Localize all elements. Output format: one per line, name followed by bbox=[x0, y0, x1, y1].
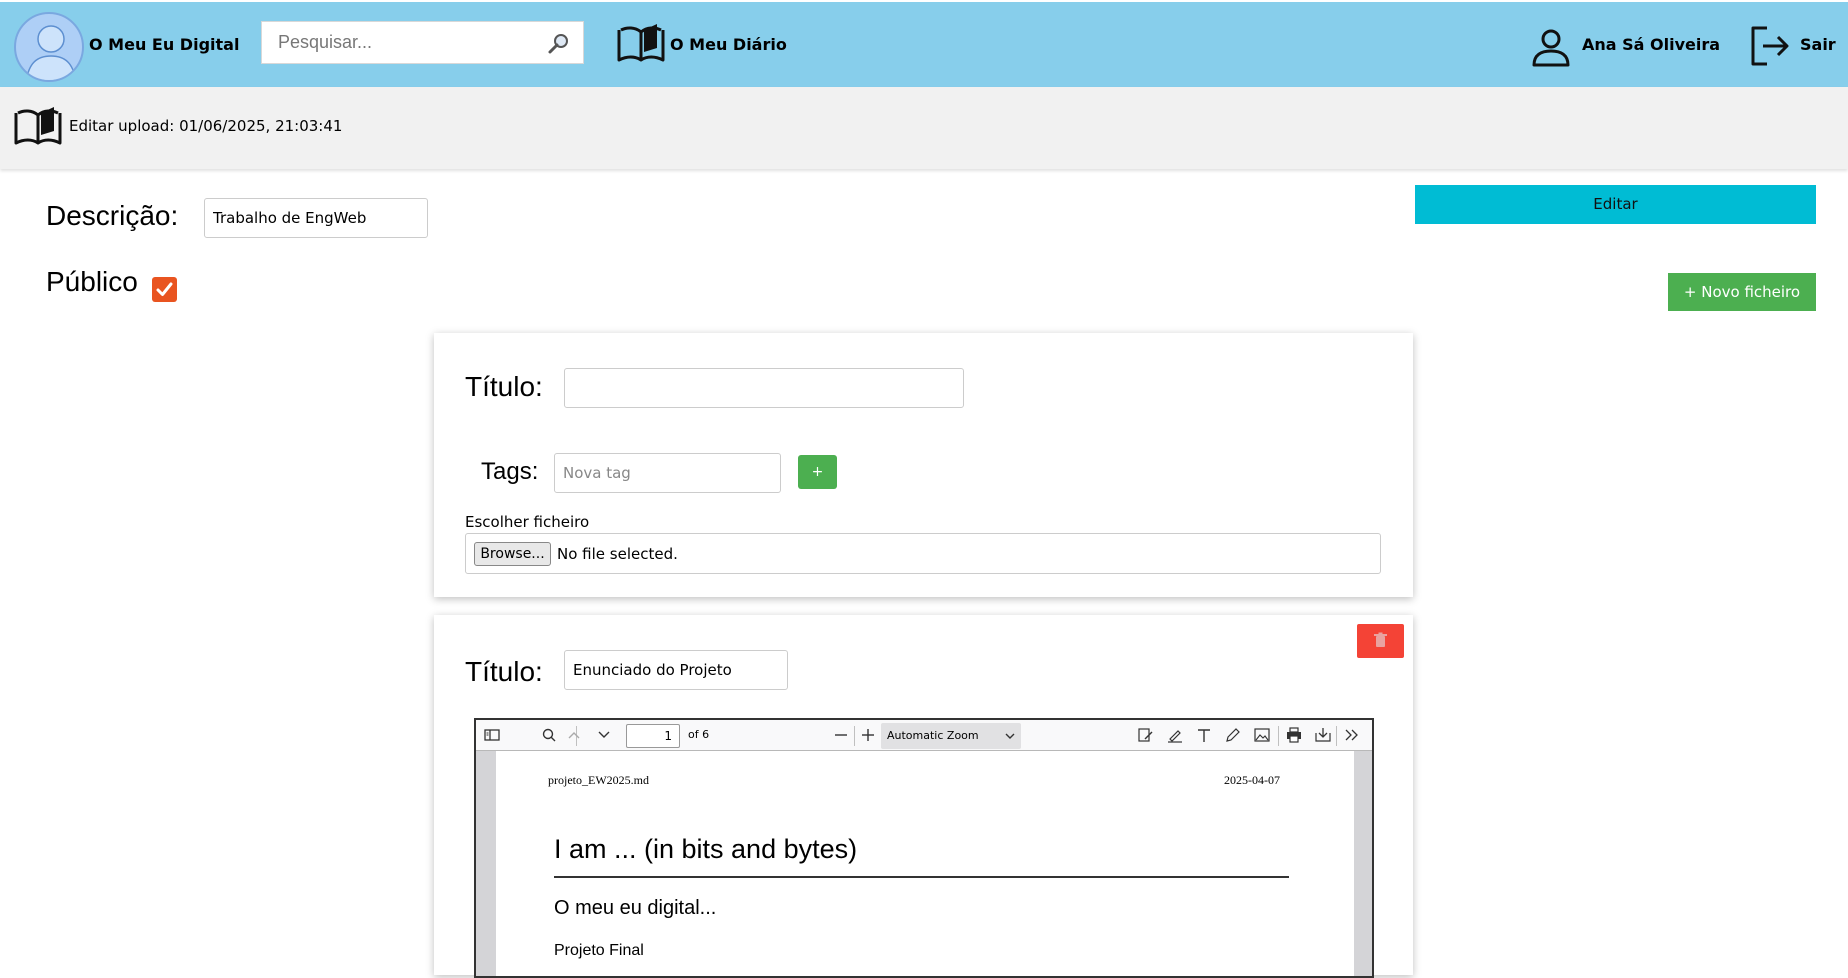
search-box bbox=[261, 21, 584, 64]
chevron-down-icon bbox=[1003, 723, 1017, 749]
title-input[interactable] bbox=[564, 368, 964, 408]
signature-icon[interactable] bbox=[1136, 726, 1156, 744]
pdf-toolbar: 1 of 6 Automatic Zoom bbox=[476, 720, 1372, 751]
previous-page-icon[interactable] bbox=[564, 726, 584, 744]
zoom-in-icon[interactable] bbox=[858, 726, 878, 744]
edit-button[interactable]: Editar bbox=[1415, 185, 1816, 224]
save-icon[interactable] bbox=[1313, 726, 1333, 744]
user-silhouette-icon bbox=[25, 25, 77, 80]
file-input[interactable]: Browse... No file selected. bbox=[465, 533, 1381, 574]
title-input[interactable] bbox=[564, 650, 788, 690]
search-input[interactable] bbox=[262, 22, 542, 63]
pdf-heading-1: I am ... (in bits and bytes) bbox=[554, 834, 858, 864]
checkmark-icon bbox=[156, 282, 173, 296]
image-icon[interactable] bbox=[1252, 726, 1272, 744]
sidebar-toggle-icon[interactable] bbox=[482, 726, 502, 744]
diary-link[interactable]: O Meu Diário bbox=[670, 35, 787, 54]
trash-icon bbox=[1374, 632, 1387, 647]
public-label: Público bbox=[46, 266, 138, 297]
find-icon[interactable] bbox=[539, 726, 559, 744]
page-number-input[interactable]: 1 bbox=[626, 724, 680, 748]
tags-label: Tags: bbox=[481, 458, 539, 485]
pdf-header-date: 2025-04-07 bbox=[1224, 773, 1280, 787]
tag-input[interactable] bbox=[554, 453, 781, 493]
text-icon[interactable] bbox=[1194, 726, 1214, 744]
no-file-text: No file selected. bbox=[557, 545, 678, 563]
file-label: Escolher ficheiro bbox=[465, 513, 590, 531]
add-tag-button[interactable]: + bbox=[798, 455, 837, 489]
highlight-icon[interactable] bbox=[1165, 726, 1185, 744]
print-icon[interactable] bbox=[1284, 726, 1304, 744]
next-page-icon[interactable] bbox=[594, 726, 614, 744]
title-label: Título: bbox=[465, 656, 543, 687]
public-checkbox[interactable] bbox=[152, 277, 177, 302]
draw-icon[interactable] bbox=[1223, 726, 1243, 744]
new-file-button[interactable]: + Novo ficheiro bbox=[1668, 273, 1816, 311]
user-name[interactable]: Ana Sá Oliveira bbox=[1582, 35, 1720, 54]
description-label: Descrição: bbox=[46, 200, 179, 231]
logout-icon[interactable] bbox=[1749, 24, 1791, 68]
subheader: Editar upload: 01/06/2025, 21:03:41 bbox=[0, 87, 1848, 169]
new-file-card: Título: Tags: + Escolher ficheiro Browse… bbox=[434, 333, 1413, 597]
book-icon bbox=[14, 105, 62, 147]
search-icon[interactable] bbox=[546, 31, 572, 57]
logout-link[interactable]: Sair bbox=[1800, 35, 1836, 54]
file-card: Título: 1 of 6 bbox=[434, 615, 1413, 978]
more-tools-icon[interactable] bbox=[1342, 726, 1362, 744]
description-input[interactable] bbox=[204, 198, 428, 238]
zoom-select-value: Automatic Zoom bbox=[887, 729, 979, 742]
user-icon[interactable] bbox=[1531, 27, 1571, 67]
page-title: Editar upload: 01/06/2025, 21:03:41 bbox=[69, 117, 343, 135]
zoom-out-icon[interactable] bbox=[831, 726, 851, 744]
delete-button[interactable] bbox=[1357, 624, 1404, 658]
top-navbar: O Meu Eu Digital O Meu Diário Ana Sá Oli… bbox=[0, 0, 1848, 87]
pdf-viewer[interactable]: 1 of 6 Automatic Zoom projeto_EW2025.md … bbox=[474, 718, 1374, 978]
pdf-heading-3: Projeto Final bbox=[554, 942, 644, 959]
title-label: Título: bbox=[465, 371, 543, 402]
browse-button[interactable]: Browse... bbox=[474, 542, 551, 566]
avatar[interactable] bbox=[14, 12, 84, 82]
zoom-select[interactable]: Automatic Zoom bbox=[881, 723, 1021, 749]
book-icon[interactable] bbox=[617, 22, 665, 64]
pdf-divider bbox=[554, 876, 1289, 878]
pdf-page: projeto_EW2025.md 2025-04-07 I am ... (i… bbox=[496, 751, 1354, 976]
brand-title[interactable]: O Meu Eu Digital bbox=[89, 35, 239, 54]
pdf-heading-2: O meu eu digital... bbox=[554, 897, 717, 919]
page-count: of 6 bbox=[688, 728, 710, 741]
pdf-header-filename: projeto_EW2025.md bbox=[548, 773, 649, 787]
